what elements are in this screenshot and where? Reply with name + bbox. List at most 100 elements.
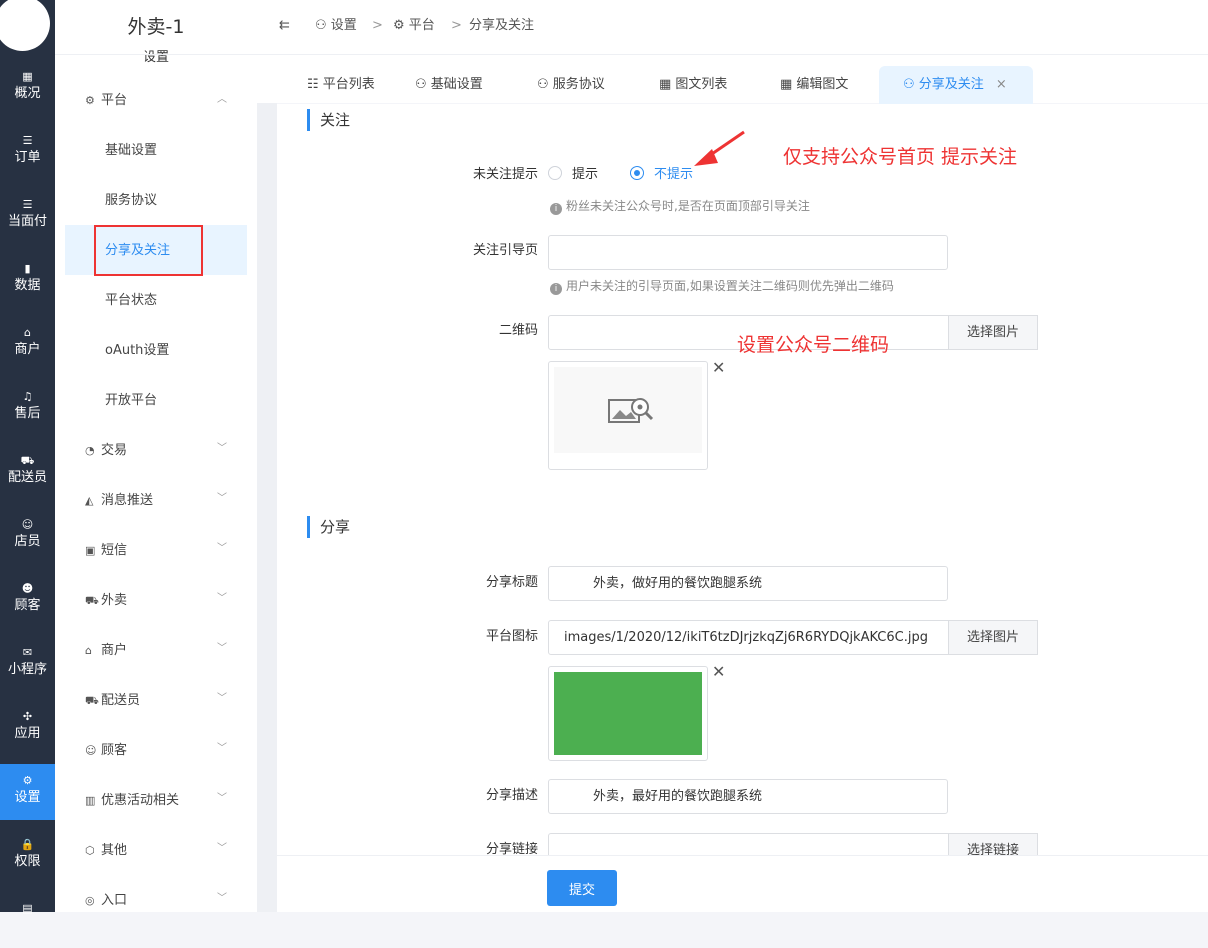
field-label: 分享描述 <box>485 788 538 803</box>
sms-icon: ▣ <box>85 544 96 557</box>
top-bar: ⇇ ⚇ 设置 > ⚙ 平台 > 分享及关注 <box>257 0 1208 55</box>
rail-item-label: 当面付 <box>7 214 47 229</box>
rail-item[interactable]: ☺ 店员 <box>0 508 55 564</box>
sidebar-group[interactable]: ⬡ 其他 <box>85 841 127 861</box>
tab-basic-settings[interactable]: ⚇ 基础设置 <box>415 66 483 104</box>
avatar[interactable] <box>0 0 50 51</box>
sidebar-group[interactable]: ⛟ 外卖 <box>85 591 127 611</box>
tab-share-follow[interactable]: ⚇ 分享及关注 × <box>879 66 1033 104</box>
sidebar-group[interactable]: ☺ 顾客 <box>85 741 127 761</box>
chevron-down-icon[interactable]: ﹀ <box>217 739 227 759</box>
sidebar-group[interactable]: ⌂ 商户 <box>85 641 127 661</box>
sidebar-item[interactable]: 开放平台 <box>105 391 157 411</box>
field-label: 未关注提示 <box>472 167 538 182</box>
sidebar-item[interactable]: 基础设置 <box>105 141 157 161</box>
tab-platform-list[interactable]: ☷ 平台列表 <box>307 66 375 104</box>
submit-button[interactable]: 提交 <box>547 870 617 906</box>
rail-item[interactable]: ♫ 售后 <box>0 380 55 436</box>
list-icon: ☰ <box>22 134 33 147</box>
store-icon: ⌂ <box>24 326 31 339</box>
field-label: 平台图标 <box>485 629 538 644</box>
rail-item[interactable]: ✉ 小程序 <box>0 636 55 692</box>
collapse-menu-icon[interactable]: ⇇ <box>279 16 290 36</box>
chevron-down-icon[interactable]: ﹀ <box>217 539 227 559</box>
sidebar-group[interactable]: ▥ 优惠活动相关 <box>85 791 179 811</box>
select-qrcode-button[interactable]: 选择图片 <box>948 315 1038 350</box>
sidebar-item[interactable]: 平台状态 <box>105 291 157 311</box>
chevron-down-icon[interactable]: ﹀ <box>217 889 227 909</box>
breadcrumb-settings[interactable]: ⚇ 设置 <box>315 16 357 36</box>
sidebar-group[interactable]: ⛟ 配送员 <box>85 691 140 711</box>
platform-icon-image <box>554 672 702 755</box>
chevron-down-icon[interactable]: ﹀ <box>217 789 227 809</box>
rail-item[interactable]: ☻ 顾客 <box>0 572 55 628</box>
guide-page-input[interactable] <box>548 235 948 270</box>
share-title-input[interactable]: 外卖，做好用的餐饮跑腿系统 <box>548 566 948 601</box>
rail-item-label: 数据 <box>14 278 41 293</box>
radio-hide-tip[interactable]: 不提示 <box>630 165 693 185</box>
remove-image-icon[interactable]: ✕ <box>712 360 725 376</box>
info-icon: i <box>550 203 562 215</box>
tab-article-list[interactable]: ▦ 图文列表 <box>659 66 727 104</box>
section-heading-share: 分享 <box>307 516 350 538</box>
sidebar-group[interactable]: ◎ 入口 <box>85 891 127 911</box>
field-label: 二维码 <box>498 323 538 338</box>
sidebar-group[interactable]: ◭ 消息推送 <box>85 491 153 511</box>
settings-user-icon: ⚙ <box>22 774 33 787</box>
rail-item[interactable]: ⚙ 设置 <box>0 764 55 820</box>
image-placeholder <box>554 367 702 453</box>
bar-chart-icon: ▮ <box>24 262 31 275</box>
section-title: 设置 <box>142 50 169 65</box>
tab-edit-article[interactable]: ▦ 编辑图文 <box>780 66 848 104</box>
share-desc-input[interactable]: 外卖，最好用的餐饮跑腿系统 <box>548 779 948 814</box>
sidebar-item[interactable]: 服务协议 <box>105 191 157 211</box>
store-icon: ⌂ <box>85 644 92 657</box>
push-icon: ◭ <box>85 494 94 507</box>
sidebar-group-platform[interactable]: ⚙ 平台 <box>85 91 127 111</box>
info-icon: i <box>550 283 562 295</box>
rail-item[interactable]: ☰ 订单 <box>0 124 55 180</box>
sidebar-item[interactable]: oAuth设置 <box>105 341 169 361</box>
chevron-down-icon[interactable]: ﹀ <box>217 639 227 659</box>
rail-item[interactable]: ▮ 数据 <box>0 252 55 308</box>
rail-item[interactable]: ✣ 应用 <box>0 700 55 756</box>
lock-icon: 🔒 <box>20 838 35 851</box>
apps-icon: ✣ <box>22 710 33 723</box>
sidebar-group-label: 其他 <box>101 843 128 858</box>
platform-icon-input[interactable]: images/1/2020/12/ikiT6tzDJrjzkqZj6R6RYDQ… <box>548 620 949 655</box>
radio-show-tip[interactable]: 提示 <box>548 165 598 185</box>
rail-item-label: 概况 <box>14 86 41 101</box>
select-icon-button[interactable]: 选择图片 <box>948 620 1038 655</box>
chevron-down-icon[interactable]: ﹀ <box>217 839 227 859</box>
delivery-icon: ⛟ <box>20 454 35 467</box>
radio-circle-selected <box>630 166 644 180</box>
radio-circle <box>548 166 562 180</box>
tab-service-agreement[interactable]: ⚇ 服务协议 <box>537 66 605 104</box>
chevron-down-icon[interactable]: ﹀ <box>217 439 227 459</box>
sidebar-group-label: 交易 <box>101 443 128 458</box>
rail-item[interactable]: ▤ <box>0 892 55 948</box>
other-icon: ⬡ <box>85 844 95 857</box>
close-icon[interactable]: × <box>996 77 1007 92</box>
user-settings-icon: ⚇ <box>315 18 331 33</box>
breadcrumb-platform[interactable]: ⚙ 平台 <box>393 16 435 36</box>
rail-item[interactable]: ⌂ 商户 <box>0 316 55 372</box>
remove-image-icon[interactable]: ✕ <box>712 664 725 680</box>
wechat-icon: ✉ <box>22 646 33 659</box>
chevron-down-icon[interactable]: ﹀ <box>217 489 227 509</box>
chevron-down-icon[interactable]: ﹀ <box>217 689 227 709</box>
customer-icon: ☺ <box>85 744 97 757</box>
sidebar-group-label: 短信 <box>101 543 128 558</box>
chevron-up-icon[interactable]: ︿ <box>217 90 227 110</box>
rail-item[interactable]: ▦ 概况 <box>0 60 55 116</box>
sidebar-group[interactable]: ◔ 交易 <box>85 441 127 461</box>
field-hint: i 粉丝未关注公众号时,是否在页面顶部引导关注 <box>550 197 810 215</box>
list-icon: ☷ <box>307 77 323 92</box>
rail-item[interactable]: ⛟ 配送员 <box>0 444 55 500</box>
rail-item[interactable]: ☰ 当面付 <box>0 188 55 244</box>
sidebar-group[interactable]: ▣ 短信 <box>85 541 127 561</box>
qrcode-preview <box>548 361 708 470</box>
chevron-down-icon[interactable]: ﹀ <box>217 589 227 609</box>
gear-icon: ⚙ <box>393 18 409 33</box>
rail-item[interactable]: 🔒 权限 <box>0 828 55 884</box>
